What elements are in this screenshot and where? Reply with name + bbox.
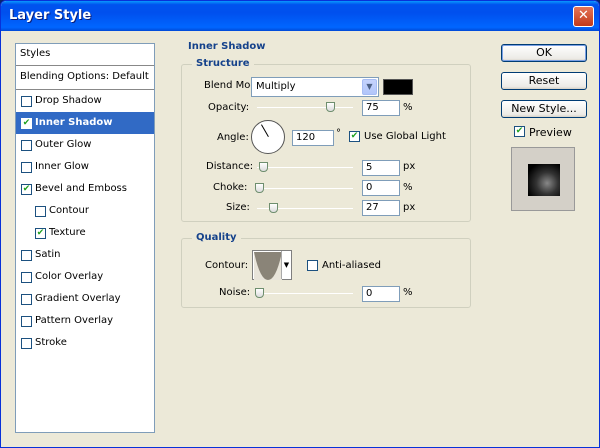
layer-style-dialog: Layer Style ✕ Styles Blending Options: D… — [0, 0, 600, 448]
contour-picker[interactable]: ▼ — [252, 250, 292, 280]
size-label: Size: — [226, 202, 250, 213]
noise-slider-thumb[interactable] — [255, 288, 264, 298]
anti-aliased-checkbox[interactable] — [307, 260, 318, 271]
structure-title: Structure — [192, 58, 254, 69]
styles-list: Styles Blending Options: Default Drop Sh… — [15, 43, 155, 433]
choke-slider[interactable] — [255, 183, 353, 193]
style-item-outer-glow[interactable]: Outer Glow — [16, 134, 154, 156]
noise-slider[interactable] — [255, 288, 353, 298]
opacity-input[interactable]: 75 — [362, 100, 400, 116]
style-item-color-overlay[interactable]: Color Overlay — [16, 266, 154, 288]
preview-swatch — [528, 164, 560, 196]
style-preview-thumbnail — [511, 147, 575, 211]
style-item-label: Inner Glow — [35, 161, 89, 172]
shadow-color-swatch[interactable] — [383, 79, 413, 95]
noise-unit: % — [403, 287, 413, 298]
reset-button[interactable]: Reset — [501, 72, 587, 90]
style-item-label: Pattern Overlay — [35, 315, 114, 326]
style-item-checkbox[interactable] — [21, 162, 32, 173]
choke-unit: % — [403, 182, 413, 193]
style-item-stroke[interactable]: Stroke — [16, 332, 154, 354]
title-bar[interactable]: Layer Style ✕ — [1, 1, 599, 31]
style-item-label: Stroke — [35, 337, 67, 348]
blend-mode-select[interactable]: Multiply ▼ — [251, 77, 379, 97]
panel-title: Inner Shadow — [188, 41, 266, 52]
style-item-checkbox[interactable]: ✔ — [21, 118, 32, 129]
style-item-checkbox[interactable] — [35, 206, 46, 217]
angle-input[interactable]: 120 — [292, 130, 334, 146]
chevron-down-icon[interactable]: ▼ — [362, 79, 377, 95]
style-item-inner-shadow[interactable]: ✔ Inner Shadow — [16, 112, 154, 134]
close-button[interactable]: ✕ — [573, 6, 594, 27]
size-unit: px — [403, 202, 416, 213]
ok-button[interactable]: OK — [501, 44, 587, 62]
style-item-label: Texture — [49, 227, 86, 238]
style-item-checkbox[interactable] — [21, 272, 32, 283]
preview-checkbox[interactable]: ✔ — [514, 126, 525, 137]
style-item-checkbox[interactable]: ✔ — [35, 228, 46, 239]
contour-curve-icon — [254, 252, 282, 280]
anti-aliased-label[interactable]: Anti-aliased — [322, 260, 381, 271]
angle-dial[interactable] — [251, 120, 285, 154]
size-slider[interactable] — [257, 203, 353, 213]
distance-unit: px — [403, 161, 416, 172]
style-item-label: Color Overlay — [35, 271, 104, 282]
style-item-bevel-and-emboss[interactable]: ✔ Bevel and Emboss — [16, 178, 154, 200]
opacity-slider[interactable] — [257, 102, 353, 112]
blend-mode-value: Multiply — [256, 81, 296, 92]
angle-dial-needle — [261, 124, 269, 137]
dialog-body: Styles Blending Options: Default Drop Sh… — [4, 31, 596, 445]
size-slider-thumb[interactable] — [269, 203, 278, 213]
quality-title: Quality — [192, 232, 241, 243]
size-input[interactable]: 27 — [362, 200, 400, 216]
opacity-label: Opacity: — [208, 102, 250, 113]
use-global-light-checkbox[interactable]: ✔ — [349, 131, 360, 142]
style-item-label: Outer Glow — [35, 139, 92, 150]
style-item-label: Drop Shadow — [35, 95, 102, 106]
noise-input[interactable]: 0 — [362, 286, 400, 302]
chevron-down-icon[interactable]: ▼ — [281, 251, 291, 279]
distance-input[interactable]: 5 — [362, 160, 400, 176]
style-item-inner-glow[interactable]: Inner Glow — [16, 156, 154, 178]
style-item-satin[interactable]: Satin — [16, 244, 154, 266]
style-item-checkbox[interactable] — [21, 140, 32, 151]
style-item-checkbox[interactable] — [21, 316, 32, 327]
style-item-checkbox[interactable] — [21, 250, 32, 261]
style-item-label: Gradient Overlay — [35, 293, 121, 304]
style-item-checkbox[interactable] — [21, 338, 32, 349]
style-item-checkbox[interactable] — [21, 294, 32, 305]
style-item-label: Contour — [49, 205, 89, 216]
distance-slider-thumb[interactable] — [259, 162, 268, 172]
noise-label: Noise: — [219, 287, 251, 298]
style-item-label: Bevel and Emboss — [35, 183, 127, 194]
choke-slider-thumb[interactable] — [255, 183, 264, 193]
styles-header[interactable]: Styles — [16, 44, 154, 66]
style-item-texture[interactable]: ✔ Texture — [16, 222, 154, 244]
close-icon: ✕ — [578, 8, 589, 23]
blending-options-item[interactable]: Blending Options: Default — [16, 66, 154, 90]
style-item-label: Inner Shadow — [35, 117, 113, 128]
contour-label: Contour: — [205, 260, 249, 271]
style-item-pattern-overlay[interactable]: Pattern Overlay — [16, 310, 154, 332]
preview-label[interactable]: Preview — [529, 126, 572, 139]
new-style-button[interactable]: New Style... — [501, 100, 587, 118]
choke-input[interactable]: 0 — [362, 180, 400, 196]
window-title: Layer Style — [9, 8, 92, 23]
distance-slider[interactable] — [257, 162, 353, 172]
style-item-gradient-overlay[interactable]: Gradient Overlay — [16, 288, 154, 310]
angle-label: Angle: — [217, 132, 249, 143]
opacity-slider-thumb[interactable] — [326, 102, 335, 112]
style-item-checkbox[interactable] — [21, 96, 32, 107]
choke-label: Choke: — [213, 182, 248, 193]
distance-label: Distance: — [206, 161, 254, 172]
style-item-label: Satin — [35, 249, 61, 260]
style-item-contour[interactable]: Contour — [16, 200, 154, 222]
opacity-unit: % — [403, 102, 413, 113]
style-item-drop-shadow[interactable]: Drop Shadow — [16, 90, 154, 112]
use-global-light-label[interactable]: Use Global Light — [364, 131, 446, 142]
style-item-checkbox[interactable]: ✔ — [21, 184, 32, 195]
angle-unit: ° — [336, 128, 341, 139]
